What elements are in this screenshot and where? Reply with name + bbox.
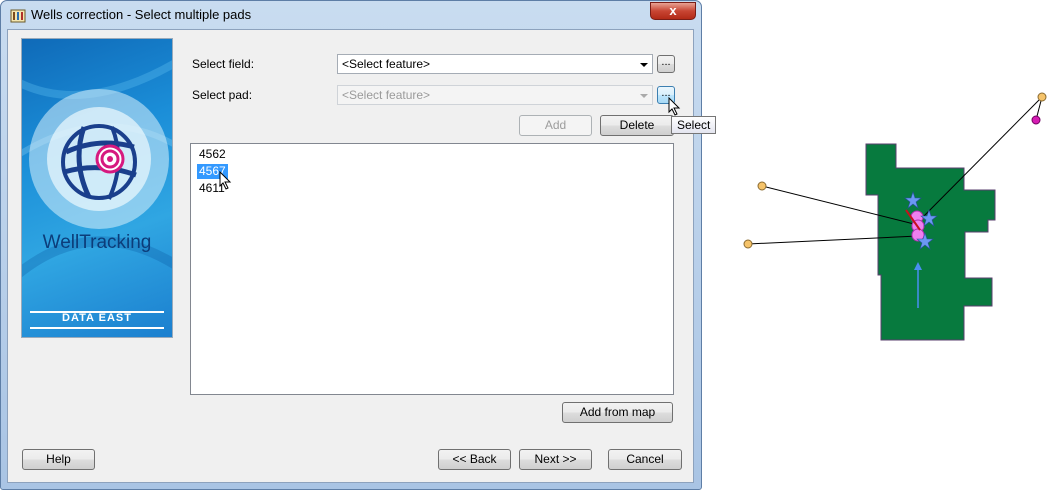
select-field-dropdown[interactable]: <Select feature>	[337, 54, 653, 74]
chevron-down-icon	[640, 94, 648, 98]
brand-name: WellTracking	[42, 232, 152, 253]
next-button[interactable]: Next >>	[519, 449, 592, 470]
well-endpoint-icon	[1037, 92, 1047, 102]
add-button[interactable]: Add	[519, 115, 592, 136]
map-view[interactable]	[720, 80, 1053, 360]
select-pad-dropdown[interactable]: <Select feature>	[337, 85, 653, 105]
help-button[interactable]: Help	[22, 449, 95, 470]
select-pad-value: <Select feature>	[342, 88, 431, 102]
select-field-value: <Select feature>	[342, 57, 431, 71]
mouse-pointer-icon	[219, 171, 232, 190]
select-tooltip: Select	[671, 116, 717, 134]
pad-polygon	[865, 143, 996, 341]
delete-button[interactable]: Delete	[600, 115, 674, 136]
well-endpoint-icon	[1031, 115, 1041, 125]
select-field-label: Select field:	[192, 57, 255, 71]
product-banner: WellTracking DATA EAST	[21, 38, 173, 338]
chevron-down-icon	[640, 63, 648, 67]
select-pad-label: Select pad:	[192, 88, 253, 102]
browse-field-button[interactable]: ...	[657, 55, 675, 73]
globe-logo-icon	[61, 124, 137, 200]
list-item[interactable]: 4562	[197, 147, 228, 162]
mouse-pointer-icon	[668, 97, 681, 116]
close-button[interactable]: x	[650, 2, 696, 20]
app-icon	[10, 9, 26, 23]
add-from-map-button[interactable]: Add from map	[562, 402, 673, 423]
well-endpoint-icon	[743, 239, 753, 249]
company-logo: DATA EAST	[30, 311, 164, 329]
pads-list[interactable]: 4562 4567 4611	[190, 143, 674, 395]
cancel-button[interactable]: Cancel	[608, 449, 682, 470]
back-button[interactable]: << Back	[438, 449, 511, 470]
well-endpoint-icon	[757, 181, 767, 191]
window-title: Wells correction - Select multiple pads	[31, 7, 252, 22]
